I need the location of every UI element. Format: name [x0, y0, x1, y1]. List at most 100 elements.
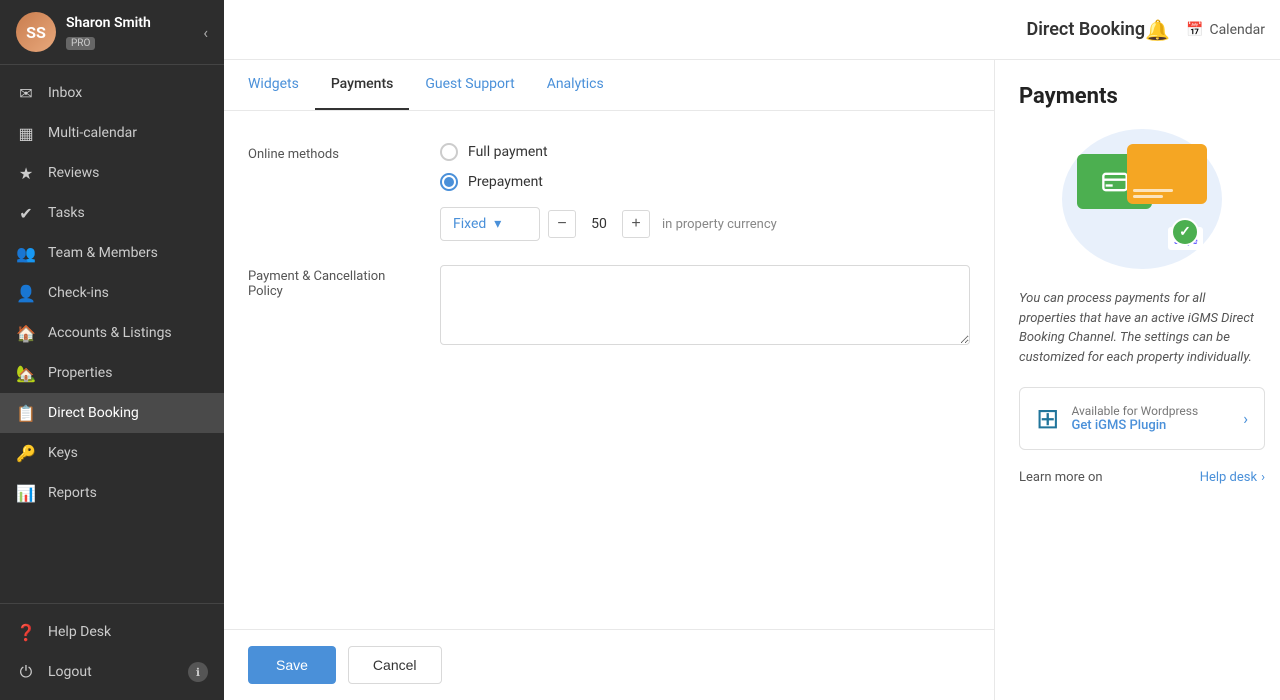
sidebar-item-keys[interactable]: 🔑 Keys [0, 433, 224, 473]
avatar: SS [16, 12, 56, 52]
sidebar-item-label: Accounts & Listings [48, 325, 172, 341]
keys-icon: 🔑 [16, 443, 36, 463]
checkin-icon: 👤 [16, 283, 36, 303]
save-button[interactable]: Save [248, 646, 336, 684]
inbox-icon: ✉ [16, 83, 36, 103]
prepayment-radio[interactable] [440, 173, 458, 191]
increment-button[interactable]: + [622, 210, 650, 238]
cancel-button[interactable]: Cancel [348, 646, 442, 684]
sidebar-item-reports[interactable]: 📊 Reports [0, 473, 224, 513]
topbar: Direct Booking 🔔 📅 Calendar [224, 0, 1280, 60]
prepayment-option[interactable]: Prepayment [440, 173, 777, 191]
sidebar-item-direct-booking[interactable]: 📋 Direct Booking [0, 393, 224, 433]
full-payment-label: Full payment [468, 144, 548, 160]
radio-selected-indicator [444, 177, 454, 187]
check-badge: ✓ [1171, 218, 1199, 246]
wordpress-plugin-link[interactable]: Get iGMS Plugin [1071, 418, 1231, 433]
full-payment-radio[interactable] [440, 143, 458, 161]
reports-icon: 📊 [16, 483, 36, 503]
chevron-right-icon: › [1243, 409, 1248, 428]
sidebar-item-accounts-listings[interactable]: 🏠 Accounts & Listings [0, 313, 224, 353]
sidebar-item-team-members[interactable]: 👥 Team & Members [0, 233, 224, 273]
amount-row: Fixed ▾ − 50 + in property currency [440, 207, 777, 241]
chevron-down-icon: ▾ [494, 216, 501, 232]
user-name: Sharon Smith [66, 15, 203, 31]
sidebar-item-help-desk[interactable]: ❓ Help Desk [0, 612, 224, 652]
sidebar-item-logout[interactable]: ⏻ Logout ℹ [0, 652, 224, 692]
right-panel: Payments [994, 60, 1280, 700]
calendar-button[interactable]: 📅 Calendar [1186, 22, 1265, 38]
sidebar-footer: ❓ Help Desk ⏻ Logout ℹ [0, 603, 224, 700]
sidebar-collapse-button[interactable]: ‹ [203, 23, 208, 42]
sidebar-item-label: Direct Booking [48, 405, 139, 421]
star-icon: ★ [16, 163, 36, 183]
sidebar-item-multi-calendar[interactable]: ▦ Multi-calendar [0, 113, 224, 153]
tab-analytics[interactable]: Analytics [531, 60, 620, 110]
sidebar-nav: ✉ Inbox ▦ Multi-calendar ★ Reviews ✔ Tas… [0, 65, 224, 603]
tab-widgets[interactable]: Widgets [248, 60, 315, 110]
sidebar-item-reviews[interactable]: ★ Reviews [0, 153, 224, 193]
calendar-label: Calendar [1209, 22, 1265, 38]
team-icon: 👥 [16, 243, 36, 263]
stripe-icon-container: stripe ✓ [1077, 144, 1207, 254]
help-icon: ❓ [16, 622, 36, 642]
main-content: Direct Booking 🔔 📅 Calendar Widgets Paym… [224, 0, 1280, 700]
sidebar-item-label: Help Desk [48, 624, 111, 640]
wordpress-text: Available for Wordpress Get iGMS Plugin [1071, 404, 1231, 433]
sidebar-header: SS Sharon Smith PRO ‹ [0, 0, 224, 65]
amount-value: 50 [584, 216, 614, 232]
wordpress-box[interactable]: ⊞ Available for Wordpress Get iGMS Plugi… [1019, 387, 1265, 450]
policy-textarea[interactable] [440, 265, 970, 345]
online-methods-row: Online methods Full payment Prepayment [248, 143, 970, 241]
sidebar-item-label: Reports [48, 485, 97, 501]
decrement-button[interactable]: − [548, 210, 576, 238]
sidebar-item-check-ins[interactable]: 👤 Check-ins [0, 273, 224, 313]
helpdesk-link[interactable]: Help desk › [1200, 470, 1265, 485]
sidebar-item-tasks[interactable]: ✔ Tasks [0, 193, 224, 233]
helpdesk-arrow-icon: › [1261, 470, 1265, 485]
helpdesk-prefix: Learn more on [1019, 470, 1103, 485]
sidebar-item-label: Multi-calendar [48, 125, 137, 141]
notification-bell-icon[interactable]: 🔔 [1145, 18, 1170, 42]
wordpress-available-label: Available for Wordpress [1071, 404, 1231, 418]
properties-icon: 🏡 [16, 363, 36, 383]
page-title: Direct Booking [1027, 19, 1146, 40]
calendar-icon: ▦ [16, 123, 36, 143]
sidebar-item-label: Team & Members [48, 245, 158, 261]
sidebar-item-properties[interactable]: 🏡 Properties [0, 353, 224, 393]
sidebar-item-label: Keys [48, 445, 78, 461]
wordpress-icon: ⊞ [1036, 402, 1059, 435]
sidebar: SS Sharon Smith PRO ‹ ✉ Inbox ▦ Multi-ca… [0, 0, 224, 700]
logout-icon: ⏻ [16, 662, 36, 682]
dropdown-value: Fixed [453, 216, 486, 232]
sidebar-item-label: Reviews [48, 165, 99, 181]
online-methods-label: Online methods [248, 143, 408, 162]
sidebar-item-label: Check-ins [48, 285, 109, 301]
sidebar-item-inbox[interactable]: ✉ Inbox [0, 73, 224, 113]
stripe-graphic: stripe ✓ [1062, 129, 1222, 269]
helpdesk-link-label: Help desk [1200, 470, 1257, 485]
direct-booking-icon: 📋 [16, 403, 36, 423]
tab-guest-support[interactable]: Guest Support [409, 60, 530, 110]
panel-description: You can process payments for all propert… [1019, 289, 1265, 367]
sidebar-item-label: Inbox [48, 85, 82, 101]
tabs-bar: Widgets Payments Guest Support Analytics [224, 60, 994, 111]
tab-payments[interactable]: Payments [315, 60, 410, 110]
user-info: Sharon Smith PRO [66, 15, 203, 50]
tasks-icon: ✔ [16, 203, 36, 223]
house-icon: 🏠 [16, 323, 36, 343]
content-wrapper: Widgets Payments Guest Support Analytics… [224, 60, 1280, 700]
info-icon: ℹ [188, 662, 208, 682]
policy-row: Payment & Cancellation Policy [248, 265, 970, 345]
fixed-dropdown[interactable]: Fixed ▾ [440, 207, 540, 241]
panel-title: Payments [1019, 84, 1265, 109]
prepayment-label: Prepayment [468, 174, 543, 190]
payment-method-controls: Full payment Prepayment Fixed ▾ [440, 143, 777, 241]
stripe-yellow-card [1127, 144, 1207, 204]
policy-label: Payment & Cancellation Policy [248, 265, 408, 299]
full-payment-option[interactable]: Full payment [440, 143, 777, 161]
currency-note: in property currency [662, 217, 777, 232]
topbar-actions: 🔔 📅 Calendar [1145, 18, 1265, 42]
form-area: Online methods Full payment Prepayment [224, 111, 994, 629]
card-lines-icon [1101, 168, 1129, 196]
